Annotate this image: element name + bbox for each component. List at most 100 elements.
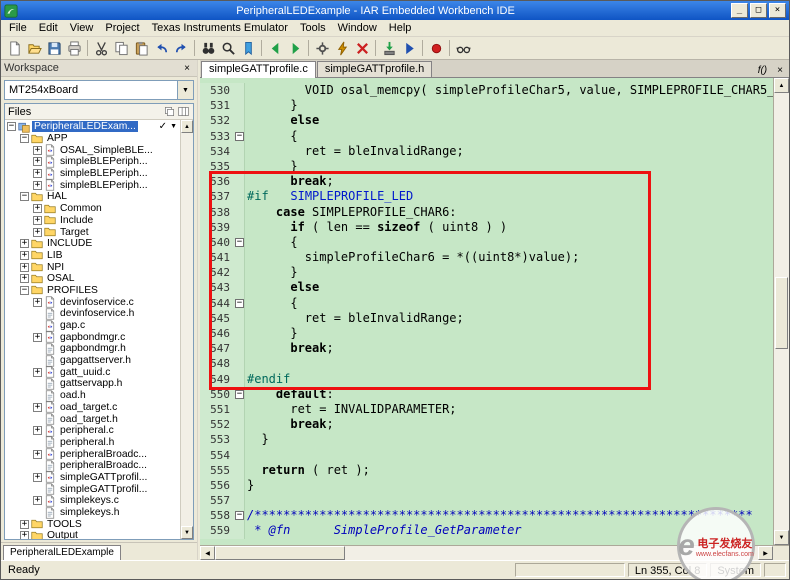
navigate-forward-icon[interactable] bbox=[285, 39, 305, 58]
target-dropdown-icon[interactable]: ▼ bbox=[169, 123, 180, 130]
expand-icon[interactable]: + bbox=[33, 473, 42, 482]
expand-icon[interactable]: + bbox=[33, 204, 42, 213]
tree-item-peripheral-h[interactable]: peripheral.h bbox=[5, 437, 180, 449]
tree-item-osal-simpleble[interactable]: +OSAL_SimpleBLE... bbox=[5, 144, 180, 156]
chevron-down-icon[interactable]: ▼ bbox=[177, 81, 193, 99]
expand-icon[interactable]: + bbox=[20, 239, 29, 248]
bookmark-icon[interactable] bbox=[238, 39, 258, 58]
menu-edit[interactable]: Edit bbox=[33, 21, 64, 35]
open-file-icon[interactable] bbox=[24, 39, 44, 58]
find-next-icon[interactable] bbox=[218, 39, 238, 58]
tree-item-gapgattserver-h[interactable]: gapgattserver.h bbox=[5, 355, 180, 367]
watch-icon[interactable] bbox=[453, 39, 473, 58]
new-document-icon[interactable] bbox=[4, 39, 24, 58]
paste-icon[interactable] bbox=[131, 39, 151, 58]
tree-item-npi[interactable]: +NPI bbox=[5, 261, 180, 273]
expand-icon[interactable]: + bbox=[33, 368, 42, 377]
tree-item-peripheral-c[interactable]: +peripheral.c bbox=[5, 425, 180, 437]
code-area[interactable]: 530 VOID osal_memcpy( simpleProfileChar5… bbox=[200, 78, 773, 545]
scroll-up-icon[interactable]: ▲ bbox=[774, 78, 789, 93]
save-icon[interactable] bbox=[44, 39, 64, 58]
expand-icon[interactable]: + bbox=[33, 216, 42, 225]
tree-item-output[interactable]: +Output bbox=[5, 530, 180, 539]
menu-tools[interactable]: Tools bbox=[294, 21, 332, 35]
collapse-icon[interactable]: − bbox=[7, 122, 16, 131]
minimize-button[interactable]: _ bbox=[731, 3, 748, 18]
compile-icon[interactable] bbox=[332, 39, 352, 58]
scroll-down-icon[interactable]: ▼ bbox=[181, 526, 193, 539]
expand-icon[interactable]: + bbox=[33, 450, 42, 459]
tab-simplegattprofile-c[interactable]: simpleGATTprofile.c bbox=[201, 61, 316, 78]
tree-item-profiles[interactable]: −PROFILES bbox=[5, 285, 180, 297]
close-button[interactable]: × bbox=[769, 3, 786, 18]
expand-icon[interactable]: + bbox=[33, 426, 42, 435]
tree-item-simplebleperiph[interactable]: +simpleBLEPeriph... bbox=[5, 168, 180, 180]
scrollbar-thumb[interactable] bbox=[775, 277, 788, 349]
tree-item-gap-c[interactable]: gap.c bbox=[5, 320, 180, 332]
tree-item-devinfoservice-h[interactable]: devinfoservice.h bbox=[5, 308, 180, 320]
tree-item-peripheralbroadc[interactable]: peripheralBroadc... bbox=[5, 460, 180, 472]
make-icon[interactable] bbox=[312, 39, 332, 58]
tree-item-simplegattprofil[interactable]: simpleGATTprofil... bbox=[5, 483, 180, 495]
workspace-close-icon[interactable]: × bbox=[180, 62, 194, 75]
fold-marker-icon[interactable]: − bbox=[235, 511, 244, 520]
scrollbar-track[interactable] bbox=[774, 93, 789, 530]
tree-item-simplebleperiph[interactable]: +simpleBLEPeriph... bbox=[5, 156, 180, 168]
expand-icon[interactable]: + bbox=[33, 146, 42, 155]
menu-texas-instruments-emulator[interactable]: Texas Instruments Emulator bbox=[146, 21, 294, 35]
expand-icon[interactable]: + bbox=[33, 333, 42, 342]
tree-item-simplebleperiph[interactable]: +simpleBLEPeriph... bbox=[5, 179, 180, 191]
expand-icon[interactable]: + bbox=[20, 251, 29, 260]
expand-icon[interactable]: + bbox=[33, 403, 42, 412]
tree-item-oad-target-h[interactable]: oad_target.h bbox=[5, 413, 180, 425]
redo-icon[interactable] bbox=[171, 39, 191, 58]
undo-icon[interactable] bbox=[151, 39, 171, 58]
expand-icon[interactable]: + bbox=[33, 298, 42, 307]
tree-item-oad-h[interactable]: oad.h bbox=[5, 390, 180, 402]
tree-item-oad-target-c[interactable]: +oad_target.c bbox=[5, 402, 180, 414]
scroll-down-icon[interactable]: ▼ bbox=[774, 530, 789, 545]
editor-vertical-scrollbar[interactable]: ▲ ▼ bbox=[773, 78, 789, 545]
expand-icon[interactable]: + bbox=[20, 520, 29, 529]
tree-item-peripheralbroadc[interactable]: +peripheralBroadc... bbox=[5, 448, 180, 460]
tree-item-simplekeys-c[interactable]: +simplekeys.c bbox=[5, 495, 180, 507]
fold-marker-icon[interactable]: − bbox=[235, 132, 244, 141]
expand-icon[interactable]: + bbox=[33, 228, 42, 237]
tab-close-icon[interactable]: × bbox=[773, 64, 787, 77]
expand-icon[interactable]: + bbox=[33, 169, 42, 178]
tree-item-app[interactable]: −APP bbox=[5, 133, 180, 145]
tree-item-simplekeys-h[interactable]: simplekeys.h bbox=[5, 507, 180, 519]
files-options-icon[interactable] bbox=[162, 106, 176, 118]
tab-simplegattprofile-h[interactable]: simpleGATTprofile.h bbox=[317, 61, 432, 77]
expand-icon[interactable]: + bbox=[20, 531, 29, 539]
tree-item-gatt-uuid-c[interactable]: +gatt_uuid.c bbox=[5, 366, 180, 378]
tree-item-peripheralledexam[interactable]: −PeripheralLEDExam...✓▼ bbox=[5, 121, 180, 133]
expand-icon[interactable]: + bbox=[33, 181, 42, 190]
scroll-left-icon[interactable]: ◀ bbox=[200, 546, 215, 560]
tree-item-hal[interactable]: −HAL bbox=[5, 191, 180, 203]
fold-marker-icon[interactable]: − bbox=[235, 238, 244, 247]
tree-item-target[interactable]: +Target bbox=[5, 226, 180, 238]
tree-item-lib[interactable]: +LIB bbox=[5, 250, 180, 262]
menu-view[interactable]: View bbox=[64, 21, 100, 35]
function-list-button[interactable]: f() bbox=[754, 64, 771, 77]
stop-build-icon[interactable] bbox=[352, 39, 372, 58]
find-icon[interactable] bbox=[198, 39, 218, 58]
menu-file[interactable]: File bbox=[3, 21, 33, 35]
fold-marker-icon[interactable]: − bbox=[235, 299, 244, 308]
fold-marker-icon[interactable]: − bbox=[235, 390, 244, 399]
scroll-right-icon[interactable]: ▶ bbox=[758, 546, 773, 560]
tree-item-gattservapp-h[interactable]: gattservapp.h bbox=[5, 378, 180, 390]
tree-item-devinfoservice-c[interactable]: +devinfoservice.c bbox=[5, 296, 180, 308]
expand-icon[interactable]: + bbox=[20, 263, 29, 272]
navigate-back-icon[interactable] bbox=[265, 39, 285, 58]
workspace-bottom-tab[interactable]: PeripheralLEDExample bbox=[3, 545, 121, 560]
debug-without-download-icon[interactable] bbox=[399, 39, 419, 58]
menu-help[interactable]: Help bbox=[383, 21, 418, 35]
workspace-scrollbar[interactable]: ▲ ▼ bbox=[180, 120, 193, 539]
expand-icon[interactable]: + bbox=[20, 274, 29, 283]
print-icon[interactable] bbox=[64, 39, 84, 58]
menu-window[interactable]: Window bbox=[332, 21, 383, 35]
toggle-breakpoint-icon[interactable] bbox=[426, 39, 446, 58]
tree-item-common[interactable]: +Common bbox=[5, 203, 180, 215]
